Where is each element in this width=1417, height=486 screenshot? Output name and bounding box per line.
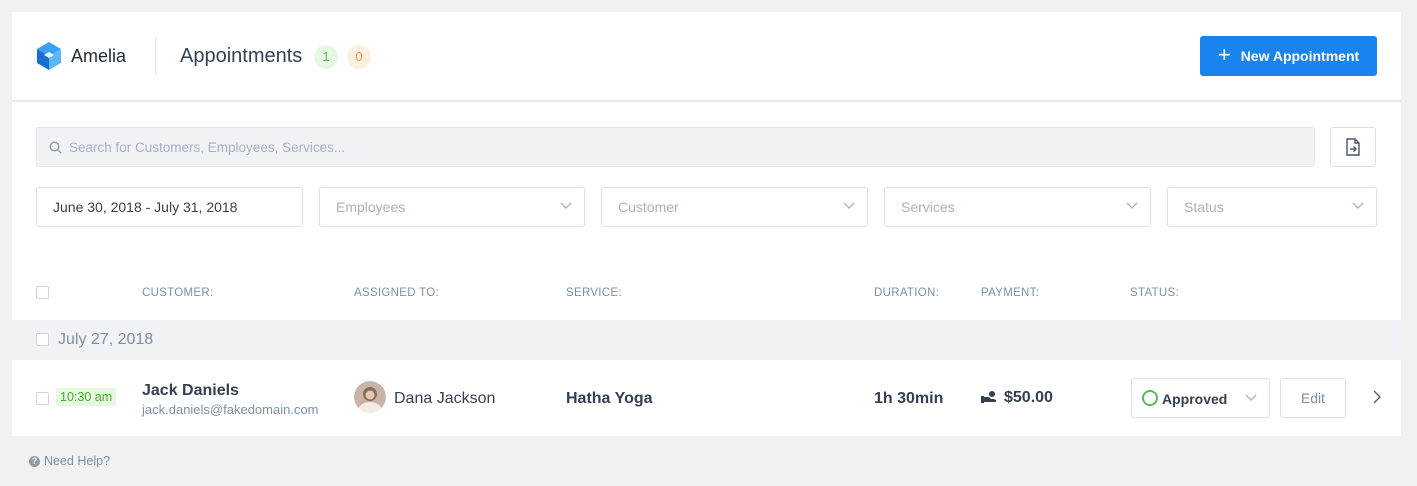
date-range-picker[interactable]: June 30, 2018 - July 31, 2018 xyxy=(36,187,303,227)
page-header: Amelia Appointments 1 0 + New Appointmen… xyxy=(12,12,1401,102)
date-group-header: July 27, 2018 xyxy=(12,320,1401,360)
amelia-logo-icon xyxy=(37,42,61,70)
new-appointment-label: New Appointment xyxy=(1240,48,1360,64)
need-help-label: Need Help? xyxy=(44,454,111,468)
chevron-down-icon xyxy=(1352,202,1364,209)
chevron-down-icon xyxy=(843,202,855,209)
service-name: Hatha Yoga xyxy=(566,390,653,407)
search-bar xyxy=(36,127,1315,167)
approved-count-badge: 1 xyxy=(314,45,338,69)
chevron-down-icon xyxy=(560,202,572,209)
plus-icon: + xyxy=(1217,42,1231,67)
select-all-checkbox[interactable] xyxy=(36,286,49,299)
export-button[interactable] xyxy=(1330,127,1376,167)
customer-filter[interactable]: Customer xyxy=(601,187,868,227)
status-value: Approved xyxy=(1162,391,1228,407)
export-icon xyxy=(1346,138,1360,156)
status-filter[interactable]: Status xyxy=(1167,187,1377,227)
appointments-panel: Amelia Appointments 1 0 + New Appointmen… xyxy=(12,12,1401,436)
duration: 1h 30min xyxy=(874,390,944,407)
search-icon xyxy=(49,141,62,154)
column-header-customer: CUSTOMER: xyxy=(142,287,214,299)
customer-name: Jack Daniels xyxy=(142,382,239,399)
column-header-assigned: ASSIGNED TO: xyxy=(354,287,439,299)
chevron-down-icon xyxy=(1245,394,1257,401)
chevron-right-icon[interactable] xyxy=(1373,390,1381,404)
date-group-label: July 27, 2018 xyxy=(58,331,154,348)
brand-name: Amelia xyxy=(71,46,127,66)
new-appointment-button[interactable]: + New Appointment xyxy=(1200,36,1377,76)
column-header-payment: PAYMENT: xyxy=(981,287,1040,299)
employee-name: Dana Jackson xyxy=(394,390,496,407)
search-input[interactable] xyxy=(69,128,1299,166)
header-divider xyxy=(155,37,156,75)
approved-status-icon xyxy=(1142,390,1158,406)
status-select[interactable]: Approved xyxy=(1131,378,1270,418)
column-header-duration: DURATION: xyxy=(874,287,940,299)
pending-count-badge: 0 xyxy=(347,45,371,69)
table-row[interactable]: 10:30 am Jack Daniels jack.daniels@faked… xyxy=(12,360,1401,436)
customer-placeholder: Customer xyxy=(618,199,679,215)
cash-icon xyxy=(981,391,996,403)
employees-placeholder: Employees xyxy=(336,199,406,215)
payment-amount: $50.00 xyxy=(1004,389,1053,406)
row-checkbox[interactable] xyxy=(36,392,49,405)
edit-button[interactable]: Edit xyxy=(1280,378,1346,418)
status-placeholder: Status xyxy=(1184,199,1224,215)
column-header-status: STATUS: xyxy=(1130,287,1179,299)
customer-email: jack.daniels@fakedomain.com xyxy=(142,402,319,417)
need-help-link[interactable]: ? Need Help? xyxy=(29,454,110,468)
appointment-time: 10:30 am xyxy=(56,388,117,406)
services-filter[interactable]: Services xyxy=(884,187,1151,227)
chevron-down-icon xyxy=(1126,202,1138,209)
employees-filter[interactable]: Employees xyxy=(319,187,585,227)
column-header-service: SERVICE: xyxy=(566,287,622,299)
services-placeholder: Services xyxy=(901,199,955,215)
date-group-checkbox[interactable] xyxy=(36,333,49,346)
page-title: Appointments xyxy=(180,45,303,67)
question-icon: ? xyxy=(29,455,40,467)
employee-avatar xyxy=(354,381,386,413)
date-range-value: June 30, 2018 - July 31, 2018 xyxy=(53,199,238,215)
